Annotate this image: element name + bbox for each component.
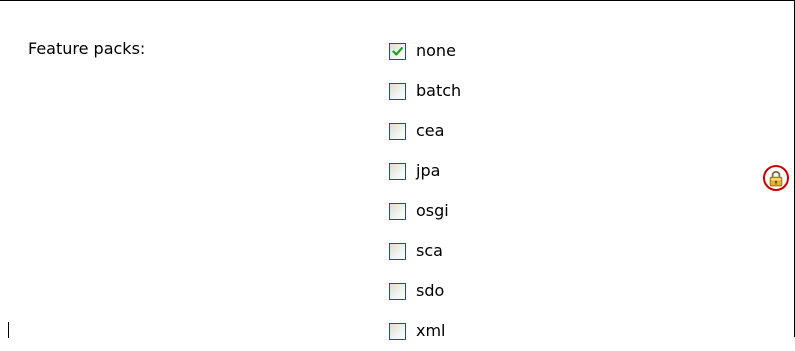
feature-pack-option-sca[interactable]: sca	[389, 231, 461, 271]
feature-pack-option-none[interactable]: none	[389, 31, 461, 71]
feature-pack-label: xml	[416, 321, 446, 340]
feature-pack-checkbox[interactable]	[389, 282, 406, 300]
feature-packs-options: none batch cea jpa osgi sca sdo xml	[389, 31, 461, 351]
feature-pack-checkbox[interactable]	[389, 202, 406, 220]
panel-left-border	[8, 322, 9, 338]
feature-pack-label: cea	[416, 121, 445, 140]
feature-pack-option-cea[interactable]: cea	[389, 111, 461, 151]
feature-pack-option-xml[interactable]: xml	[389, 311, 461, 351]
padlock-icon	[769, 170, 783, 186]
feature-pack-label: osgi	[416, 201, 449, 220]
locked-indicator-highlight	[763, 165, 789, 191]
feature-pack-checkbox[interactable]	[389, 242, 406, 260]
feature-pack-checkbox[interactable]	[389, 42, 406, 60]
checkmark-icon	[392, 46, 403, 56]
feature-pack-option-osgi[interactable]: osgi	[389, 191, 461, 231]
feature-pack-label: batch	[416, 81, 462, 100]
feature-pack-label: sca	[416, 241, 443, 260]
feature-pack-option-batch[interactable]: batch	[389, 71, 461, 111]
feature-packs-label: Feature packs:	[28, 39, 146, 58]
feature-pack-label: jpa	[416, 161, 441, 180]
feature-pack-checkbox[interactable]	[389, 162, 406, 180]
feature-pack-option-sdo[interactable]: sdo	[389, 271, 461, 311]
feature-pack-option-jpa[interactable]: jpa	[389, 151, 461, 191]
form-panel: Feature packs: none batch cea jpa osgi s…	[0, 0, 795, 340]
feature-pack-label: sdo	[416, 281, 445, 300]
feature-pack-checkbox[interactable]	[389, 82, 406, 100]
feature-pack-checkbox[interactable]	[389, 122, 406, 140]
feature-pack-label: none	[416, 41, 456, 60]
